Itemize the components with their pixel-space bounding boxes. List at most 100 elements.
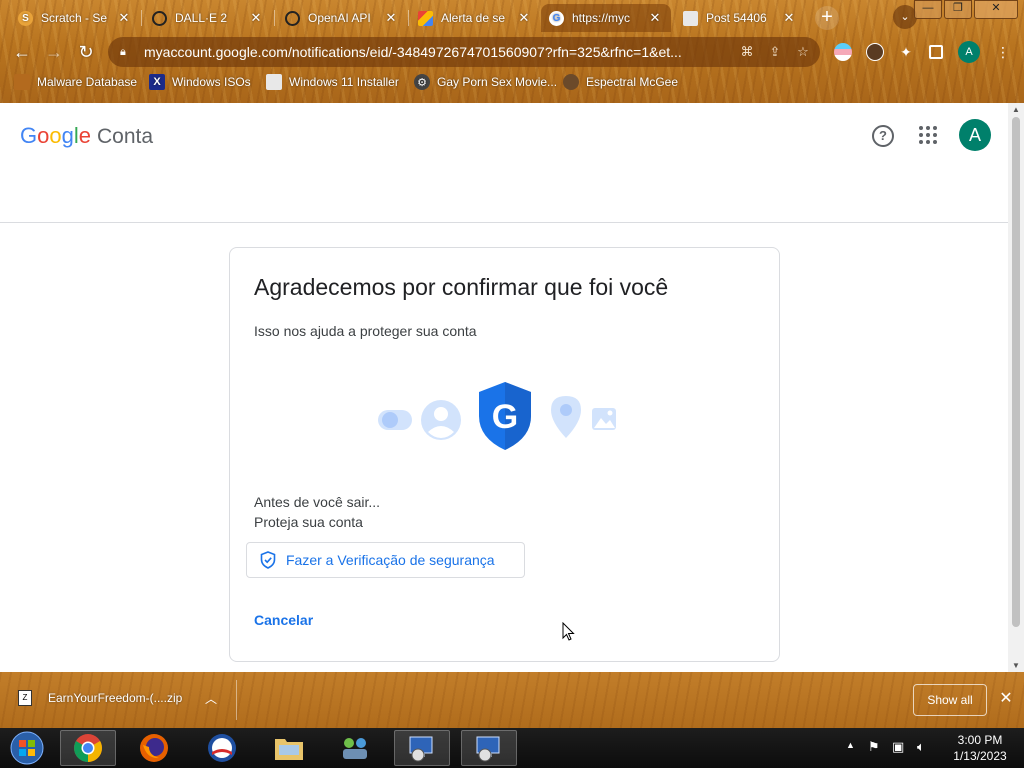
taskbar-obama-app[interactable] [194,730,250,766]
chevron-up-icon[interactable]: ︿ [205,690,217,707]
apps-grid-icon[interactable] [915,122,941,148]
taskbar-remote-app-1[interactable] [394,730,450,766]
reload-button[interactable]: ↻ [74,40,98,64]
bookmark-gay-porn-sex-movie[interactable]: ⚙ Gay Porn Sex Movie... [414,74,557,90]
before-line-1: Antes de você sair... [254,494,381,510]
clock-date: 1/13/2023 [953,749,1007,763]
taskbar-network-app[interactable] [327,730,383,766]
tab-myaccount[interactable]: G https://myc ✕ [541,4,671,32]
download-shelf: Z EarnYourFreedom-(....zip ︿ Show all ✕ [0,672,1024,728]
tab-close-icon[interactable]: ✕ [781,10,797,26]
mouse-cursor-icon [562,622,575,641]
minimize-button[interactable]: — [914,0,942,19]
scrollbar-thumb[interactable] [1012,117,1020,627]
taskbar-file-explorer[interactable] [261,730,317,766]
tab-openai-api[interactable]: OpenAI API ✕ [277,4,407,32]
image-icon [266,74,282,90]
volume-icon[interactable]: 🔈︎ [917,739,925,779]
extension-avatar-icon[interactable] [866,43,884,61]
close-download-shelf-icon[interactable]: ✕ [996,688,1016,708]
taskbar-chrome[interactable] [60,730,116,766]
start-button[interactable] [0,730,54,766]
bookmark-star-icon[interactable]: ☆ [792,44,814,60]
restore-button[interactable]: ❐ [944,0,972,19]
network-icon[interactable]: ▣ [892,739,904,779]
avatar-icon [563,74,579,90]
close-window-button[interactable]: ✕ [974,0,1018,19]
google-icon: G [549,10,564,26]
taskbar-remote-app-2[interactable] [461,730,517,766]
show-all-button[interactable]: Show all [913,684,987,716]
tab-close-icon[interactable]: ✕ [383,10,399,26]
tab-scratch[interactable]: S Scratch - Se ✕ [10,4,140,32]
help-icon[interactable]: ? [872,125,894,147]
action-center-flag-icon[interactable]: ⚑ [868,739,880,779]
bookmark-malware-database[interactable]: Malware Database [14,74,137,90]
google-account-logo[interactable]: Google Conta [20,123,153,149]
translate-icon[interactable]: ⌘ [736,44,758,60]
tab-post[interactable]: Post 54406 ✕ [675,4,805,32]
extension-flag-icon[interactable] [834,43,852,61]
tab-alerta[interactable]: Alerta de se ✕ [410,4,540,32]
folder-icon [275,739,303,760]
share-icon[interactable]: ⇪ [764,44,786,60]
tab-close-icon[interactable]: ✕ [647,10,663,26]
profile-avatar-button[interactable]: A [958,41,980,63]
bookmark-windows-11-installer[interactable]: Windows 11 Installer [266,74,399,90]
back-button[interactable]: ← [10,40,34,64]
forward-button[interactable]: → [42,40,66,64]
photo-icon [592,408,616,430]
image-icon [683,10,698,26]
google-alert-icon [418,10,433,26]
tab-close-icon[interactable]: ✕ [516,10,532,26]
clock-time: 3:00 PM [957,733,1003,747]
download-separator [236,680,237,720]
scroll-up-icon[interactable]: ▲ [1008,105,1024,114]
download-filename: EarnYourFreedom-(....zip [48,691,183,705]
tab-dalle[interactable]: DALL·E 2 ✕ [144,4,272,32]
product-name: Conta [97,125,154,148]
openai-icon [152,10,167,26]
side-panel-icon[interactable] [929,45,943,59]
gear-icon: ⚙ [414,74,430,90]
extensions-puzzle-icon[interactable]: ✦ [897,43,915,61]
page-content: Google Conta ? A Agradecemos por confirm… [0,103,1008,672]
taskbar-firefox[interactable] [126,730,182,766]
card-title: Agradecemos por confirmar que foi você [254,274,669,300]
tab-close-icon[interactable]: ✕ [116,10,132,26]
zip-file-icon: Z [18,690,32,706]
google-wordmark: Google [20,123,92,148]
security-checkup-button[interactable]: Fazer a Verificação de segurança [246,542,525,578]
before-you-go-text: Antes de você sair... Proteja sua conta [254,492,380,532]
bookmark-espectral-mcgee[interactable]: Espectral McGee [563,74,678,90]
tab-separator [141,10,142,26]
security-illustration: G [378,382,616,450]
network-users-icon [343,738,367,759]
cancel-link[interactable]: Cancelar [254,612,313,628]
chrome-icon [74,734,102,762]
scroll-down-icon[interactable]: ▼ [1008,661,1024,670]
address-bar[interactable]: 🔒︎ myaccount.google.com/notifications/ei… [108,37,820,67]
url-text[interactable]: myaccount.google.com/notifications/eid/-… [144,44,736,60]
bookmarks-bar: Malware Database X Windows ISOs Windows … [0,72,1024,96]
person-icon [421,400,461,440]
kebab-menu-icon[interactable]: ⋮ [994,43,1012,61]
lock-icon[interactable]: 🔒︎ [120,46,134,59]
window-controls: — ❐ ✕ [912,0,1018,19]
new-tab-button[interactable]: + [815,6,839,30]
bookmark-windows-isos[interactable]: X Windows ISOs [149,74,251,90]
tab-close-icon[interactable]: ✕ [248,10,264,26]
google-shield-icon: G [479,382,531,450]
openai-icon [285,10,300,26]
folder-icon [14,74,30,90]
download-item[interactable]: Z EarnYourFreedom-(....zip [18,690,182,706]
browser-toolbar: ← → ↻ 🔒︎ myaccount.google.com/notificati… [0,34,1024,70]
tab-separator [274,10,275,26]
account-avatar[interactable]: A [959,119,991,151]
show-hidden-icons[interactable]: ▲ [846,740,855,780]
svg-text:G: G [492,398,518,436]
location-pin-icon [551,396,581,438]
page-scrollbar[interactable]: ▲ ▼ [1008,103,1024,672]
confirmation-card: Agradecemos por confirmar que foi você I… [229,247,780,662]
system-clock[interactable]: 3:00 PM 1/13/2023 [944,732,1016,764]
